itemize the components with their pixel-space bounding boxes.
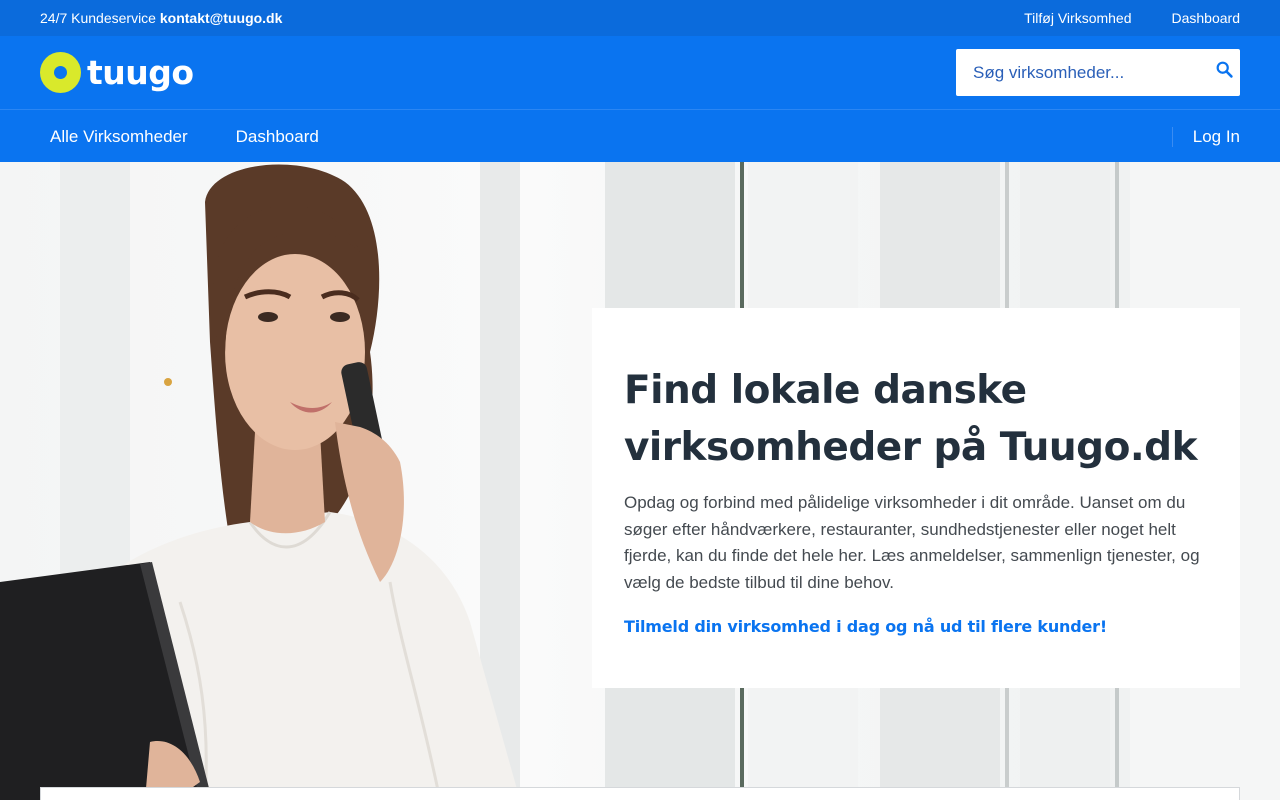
site-header: tuugo [0,36,1280,109]
customer-service: 24/7 Kundeservice kontakt@tuugo.dk [40,10,282,26]
customer-service-label: 24/7 Kundeservice [40,10,160,26]
hero-section: Find lokale danske virksomheder på Tuugo… [0,162,1280,800]
register-business-cta[interactable]: Tilmeld din virksomhed i dag og nå ud ti… [624,617,1107,636]
main-nav: Alle Virksomheder Dashboard Log In [0,109,1280,162]
login-link[interactable]: Log In [1193,127,1240,147]
top-dashboard-link[interactable]: Dashboard [1172,10,1241,26]
top-utility-bar: 24/7 Kundeservice kontakt@tuugo.dk Tilfø… [0,0,1280,36]
bottom-content-panel [40,787,1240,800]
hero-description: Opdag og forbind med pålidelige virksomh… [624,493,1200,592]
nav-dashboard[interactable]: Dashboard [236,127,319,147]
search-input[interactable] [956,49,1206,96]
search-icon[interactable] [1214,59,1236,81]
search-box [956,49,1240,96]
logo-text: tuugo [87,53,194,92]
site-logo[interactable]: tuugo [40,52,194,93]
hero-card: Find lokale danske virksomheder på Tuugo… [592,308,1240,688]
top-links: Tilføj Virksomhed Dashboard [1024,10,1240,26]
nav-links: Alle Virksomheder Dashboard [50,127,319,147]
nav-all-businesses[interactable]: Alle Virksomheder [50,127,188,147]
nav-divider [1172,127,1173,147]
hero-photo-woman-on-phone [0,164,520,800]
customer-service-email[interactable]: kontakt@tuugo.dk [160,10,283,26]
logo-circle-icon [40,52,81,93]
add-business-link[interactable]: Tilføj Virksomhed [1024,10,1131,26]
hero-title: Find lokale danske virksomheder på Tuugo… [624,368,1198,470]
